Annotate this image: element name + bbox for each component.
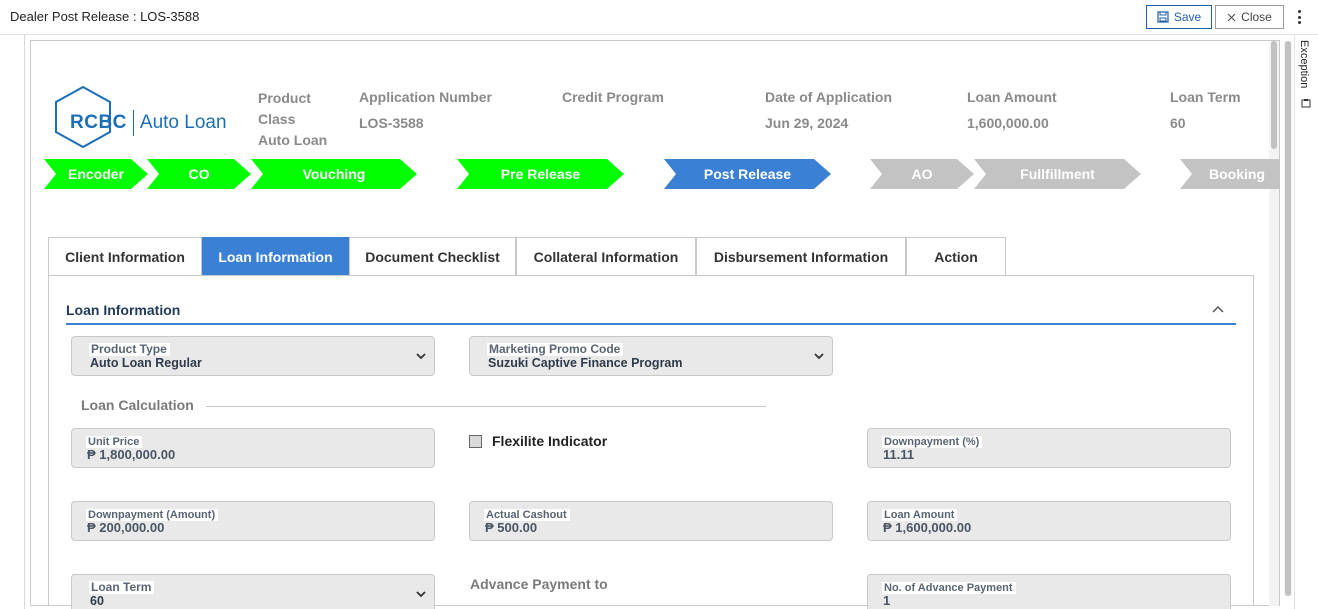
product-class-value: Auto Loan [258,132,328,148]
collapse-chevron-up-icon[interactable] [1212,304,1224,314]
unit-price-field[interactable]: Unit Price ₱ 1,800,000.00 [71,428,435,468]
more-options-icon[interactable] [1292,8,1306,26]
loan-term-value: 60 [1170,115,1186,131]
advance-payment-title: Advance Payment to [470,576,608,592]
downpayment-amount-field[interactable]: Downpayment (Amount) ₱ 200,000.00 [71,501,435,541]
logo-brand: RCBC [70,112,127,133]
checkbox-box[interactable] [469,434,482,448]
date-of-application-label: Date of Application [765,89,893,105]
loan-amount-value: 1,600,000.00 [967,115,1049,131]
product-type-label: Product Type [89,343,170,356]
step-booking[interactable]: Booking [1180,159,1280,189]
section-title: Loan Information [66,302,181,318]
inner-scrollbar-thumb[interactable] [1271,41,1277,149]
credit-program-label: Credit Program [562,89,664,105]
step-fullfillment[interactable]: Fullfillment [974,159,1141,189]
inner-scrollbar[interactable] [1269,41,1279,606]
loan-amount-field-value: ₱ 1,600,000.00 [883,520,972,535]
loan-term-select-value: 60 [90,594,104,608]
application-number-info: Application Number LOS-3588 [359,89,492,131]
product-class-label: Product Class [258,90,311,127]
chevron-down-icon [814,353,824,360]
flexilite-indicator-checkbox[interactable]: Flexilite Indicator [469,433,607,449]
flexilite-indicator-label: Flexilite Indicator [492,433,608,449]
loan-amount-field[interactable]: Loan Amount ₱ 1,600,000.00 [867,501,1231,541]
actual-cashout-value: ₱ 500.00 [485,520,538,535]
close-icon [1227,13,1236,21]
no-of-advance-payment-value: 1 [883,593,891,608]
marketing-promo-code-value: Suzuki Captive Finance Program [488,356,683,370]
tab-disbursement-information[interactable]: Disbursement Information [696,237,906,275]
downpayment-percent-value: 11.11 [883,447,915,462]
unit-price-value: ₱ 1,800,000.00 [87,447,176,462]
loan-term-info: Loan Term 60 [1170,89,1241,131]
no-of-advance-payment-field[interactable]: No. of Advance Payment 1 [867,574,1231,609]
tab-loan-information[interactable]: Loan Information [202,237,349,275]
product-class-info: Product Class Auto Loan [258,88,338,148]
loan-amount-label: Loan Amount [967,89,1057,105]
actual-cashout-field[interactable]: Actual Cashout ₱ 500.00 [469,501,833,541]
section-underline [66,323,1236,325]
product-type-select[interactable]: Product Type Auto Loan Regular [71,336,435,376]
clipboard-icon[interactable] [1301,98,1311,108]
loan-amount-info: Loan Amount 1,600,000.00 [967,89,1057,131]
tab-collateral-information[interactable]: Collateral Information [516,237,696,275]
date-of-application-value: Jun 29, 2024 [765,115,849,131]
step-vouching[interactable]: Vouching [251,159,417,189]
chevron-down-icon [416,353,426,360]
loan-term-select-label: Loan Term [89,581,155,594]
logo-text: RCBC Auto Loan [70,110,227,136]
loan-term-label: Loan Term [1170,89,1241,105]
close-button[interactable]: Close [1215,5,1284,29]
loan-calculation-title: Loan Calculation [81,397,194,413]
tab-document-checklist[interactable]: Document Checklist [349,237,516,275]
product-type-value: Auto Loan Regular [90,356,202,370]
no-of-advance-payment-label: No. of Advance Payment [882,582,1016,594]
step-post-release[interactable]: Post Release [664,159,831,189]
logo-product: Auto Loan [139,112,227,133]
downpayment-percent-field[interactable]: Downpayment (%) 11.11 [867,428,1231,468]
loan-calculation-divider [206,406,766,407]
save-button[interactable]: Save [1146,5,1212,29]
outer-scrollbar[interactable] [1284,41,1292,596]
step-encoder[interactable]: Encoder [44,159,148,189]
loan-term-select[interactable]: Loan Term 60 [71,574,435,609]
marketing-promo-code-select[interactable]: Marketing Promo Code Suzuki Captive Fina… [469,336,833,376]
side-rail: Exception [1294,35,1318,609]
logo-separator [132,110,134,136]
application-number-label: Application Number [359,89,493,105]
marketing-promo-code-label: Marketing Promo Code [487,343,624,356]
left-divider [24,35,25,609]
downpayment-amount-value: ₱ 200,000.00 [87,520,165,535]
tab-client-information[interactable]: Client Information [48,237,202,275]
date-of-application-info: Date of Application Jun 29, 2024 [765,89,892,131]
application-number-value: LOS-3588 [359,115,424,131]
chevron-down-icon [416,591,426,598]
credit-program-info: Credit Program [562,89,664,115]
step-co[interactable]: CO [147,159,251,189]
tab-action[interactable]: Action [906,237,1006,275]
step-pre-release[interactable]: Pre Release [457,159,624,189]
close-label: Close [1241,10,1272,24]
window-header: Dealer Post Release : LOS-3588 Save Clos… [0,0,1318,35]
step-booking-label: Booking [1209,166,1265,182]
outer-scrollbar-thumb[interactable] [1285,41,1291,596]
save-icon [1157,11,1169,23]
save-label: Save [1173,10,1202,24]
step-ao[interactable]: AO [870,159,974,189]
exception-tab[interactable]: Exception [1298,40,1310,88]
window-title: Dealer Post Release : LOS-3588 [10,9,200,24]
